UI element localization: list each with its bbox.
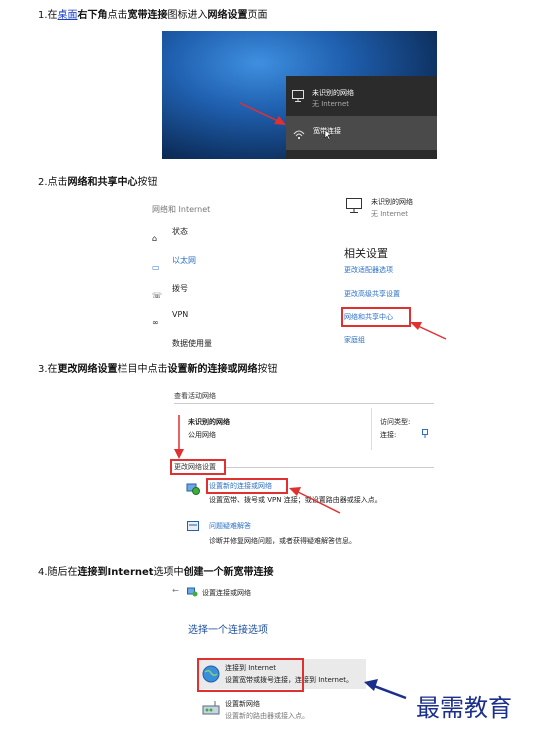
screenshot-sharing-center: 查看活动网络 未识别的网络 公用网络 访问类型: 连接: 更改网络设置 设置新的… [168,383,434,555]
screenshot-desktop: 未识别的网络 无 Internet 宽带连接 [162,31,437,159]
watermark: 最需教育 [416,694,512,722]
desktop-link[interactable]: 桌面 [58,10,78,21]
step-1-text: 1.在桌面右下角点击宽带连接图标进入网络设置页面 [38,10,268,21]
screenshot-setup-wizard: ← 设置连接或网络 选择一个连接选项 连接到 Internet 设置宽带或拨号连… [168,583,438,729]
step-2-text: 2.点击网络和共享中心按钮 [38,177,158,188]
step-4-text: 4.随后在连接到Internet选项中创建一个新宽带连接 [38,567,274,578]
red-arrow-2 [410,322,447,340]
screenshot-settings: 网络和 Internet ⌂ 状态 ▭ 以太网 ☏ 拨号 ∞ VPN ◔ 数据使… [146,190,448,347]
red-arrow-3 [174,415,341,514]
step-3-text: 3.在更改网络设置栏目中点击设置新的连接或网络按钮 [38,364,278,375]
blue-arrow [364,679,407,700]
red-arrow-1 [239,102,286,125]
